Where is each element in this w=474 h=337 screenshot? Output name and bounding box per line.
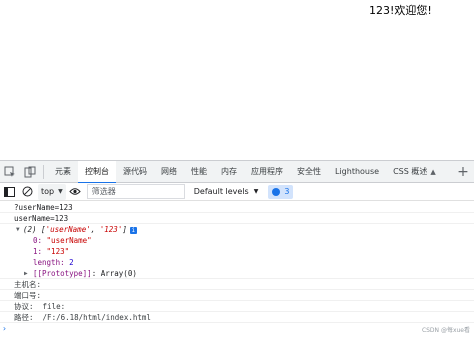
prompt-chevron-icon: › [2,324,7,333]
property-value: Array(0) [100,269,137,278]
tab-performance[interactable]: 性能 [184,161,214,183]
array-item: '123' [99,225,123,234]
context-selector[interactable]: top ▼ [38,183,66,200]
log-text: 路径: /F:/6.18/html/index.html [14,313,151,322]
property-row: 1: "123" [33,247,70,256]
tab-security[interactable]: 安全性 [290,161,328,183]
tab-label: 控制台 [85,167,109,176]
chevron-down-icon: ▼ [253,188,259,195]
page-content: 123!欢迎您! [0,0,474,160]
log-levels-dropdown[interactable]: Default levels ▼ [191,187,262,196]
page-heading: 123!欢迎您! [369,4,432,17]
devtools-tabbar: 元素 控制台 源代码 网络 性能 内存 应用程序 安全性 Lighthouse … [0,160,474,184]
sidebar-toggle-icon[interactable] [0,183,18,201]
tab-label: CSS 概述 [393,167,428,176]
array-prefix: (2) [ [23,225,46,234]
tab-memory[interactable]: 内存 [214,161,244,183]
tab-lighthouse[interactable]: Lighthouse [328,161,386,183]
console-line: 协议: file: [0,301,474,312]
console-line: 路径: /F:/6.18/html/index.html [0,312,474,323]
tab-console[interactable]: 控制台 [78,160,116,184]
property-value: 2 [69,258,74,267]
array-log[interactable]: ▼ (2) ['userName', '123'] i [0,224,474,235]
tab-elements[interactable]: 元素 [48,161,78,183]
property-key: [[Prototype]] [33,269,92,278]
tab-label: 内存 [221,167,237,176]
device-toolbar-icon[interactable] [20,161,40,183]
console-output: ?userName=123 userName=123 ▼ (2) ['userN… [0,202,474,337]
clear-console-icon[interactable] [18,183,36,201]
levels-label: Default levels [193,187,249,196]
tab-sources[interactable]: 源代码 [116,161,154,183]
tab-label: 应用程序 [251,167,283,176]
array-item: 'userName' [45,225,91,234]
console-line: ?userName=123 [0,202,474,213]
log-text: 端口号: [14,291,42,300]
console-line: 端口号: [0,290,474,301]
property-key: length [33,258,61,267]
tab-label: 性能 [191,167,207,176]
context-value: top [41,187,55,196]
console-line: 主机名: [0,279,474,290]
filter-placeholder: 筛选器 [91,187,116,196]
plus-icon[interactable]: + [452,161,474,183]
property-row: length: 2 [33,258,74,267]
array-summary: (2) ['userName', '123'] [14,225,127,234]
inspect-element-icon[interactable] [0,161,20,183]
console-toolbar: top ▼ 筛选器 Default levels ▼ 3 [0,183,474,201]
tab-label: Lighthouse [335,167,380,176]
expand-caret-icon[interactable]: ▼ [16,224,20,235]
tab-network[interactable]: 网络 [154,161,184,183]
chevron-down-icon: ▼ [58,188,63,195]
tab-application[interactable]: 应用程序 [244,161,290,183]
console-line: userName=123 [0,213,474,224]
log-text: 协议: file: [14,302,66,311]
issues-badge[interactable]: 3 [268,184,294,199]
tab-css-overview[interactable]: CSS 概述 ▲ [386,161,443,183]
console-prompt[interactable]: › [0,323,474,334]
tab-label: 安全性 [297,167,321,176]
expand-caret-icon[interactable]: ▶ [24,268,28,279]
tab-label: 元素 [55,167,71,176]
issues-icon [272,187,281,196]
array-sep: , [90,225,100,234]
devtools-panel: 元素 控制台 源代码 网络 性能 内存 应用程序 安全性 Lighthouse … [0,160,474,337]
issues-count: 3 [284,187,290,196]
prototype-row[interactable]: ▶ [[Prototype]]: Array(0) [0,268,474,279]
filter-input[interactable]: 筛选器 [86,184,185,199]
tab-label: 网络 [161,167,177,176]
log-text: ?userName=123 [14,203,73,212]
tabbar-divider [43,164,44,179]
log-text: userName=123 [14,214,69,223]
array-close: ] [122,225,127,234]
watermark: CSDN @每xue看 [421,327,470,334]
tab-label: 源代码 [123,167,147,176]
experimental-icon: ▲ [430,167,436,176]
property-value: "userName" [46,236,92,245]
live-expression-icon[interactable] [66,183,84,201]
property-value: "123" [46,247,70,256]
log-text: 主机名: [14,280,42,289]
property-row: 0: "userName" [33,236,92,245]
info-icon[interactable]: i [129,227,137,234]
